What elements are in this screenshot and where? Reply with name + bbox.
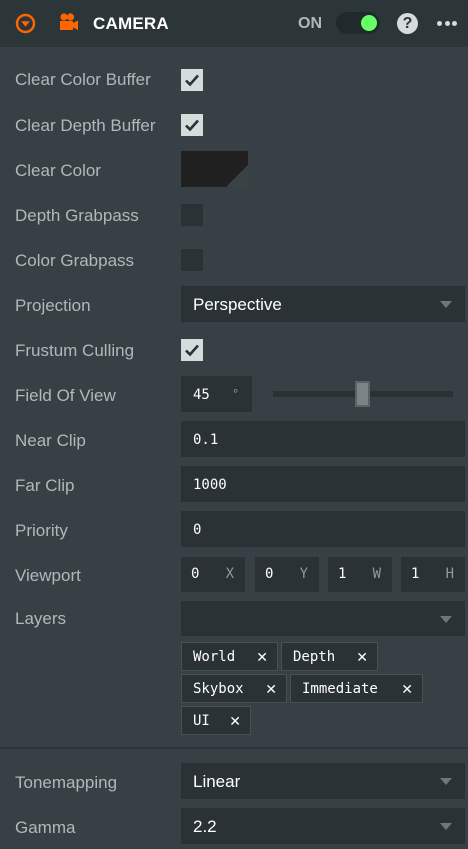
tonemapping-select[interactable]: Linear [181, 763, 465, 799]
gamma-value: 2.2 [193, 817, 217, 836]
clear-color-buffer-label: Clear Color Buffer [15, 70, 151, 89]
chevron-down-icon [440, 616, 452, 623]
far-clip-input[interactable]: 1000 [181, 466, 465, 502]
enable-toggle[interactable] [336, 12, 380, 34]
projection-value: Perspective [193, 295, 282, 314]
projection-select[interactable]: Perspective [181, 286, 465, 322]
layer-tag-world: World ✕ [181, 642, 278, 671]
layer-tag-ui: UI ✕ [181, 706, 251, 735]
near-clip-label: Near Clip [15, 431, 86, 450]
chevron-down-icon [440, 778, 452, 785]
layer-tag-label: Depth [293, 649, 336, 665]
priority-label: Priority [15, 521, 68, 540]
field-of-view-input[interactable]: 45 ° [181, 376, 252, 412]
clear-depth-buffer-checkbox[interactable] [181, 114, 203, 136]
viewport-h-input[interactable]: 1 H [401, 557, 465, 592]
color-grabpass-checkbox[interactable] [181, 249, 203, 271]
gamma-label: Gamma [15, 818, 76, 837]
help-icon[interactable]: ? [397, 13, 418, 34]
remove-layer-icon[interactable]: ✕ [229, 713, 241, 730]
collapse-icon[interactable] [15, 13, 36, 34]
viewport-x-input[interactable]: 0 X [181, 557, 245, 592]
layer-tag-label: World [193, 649, 236, 665]
remove-layer-icon[interactable]: ✕ [256, 649, 268, 666]
frustum-culling-checkbox[interactable] [181, 339, 203, 361]
panel-header: CAMERA ON ? [0, 0, 468, 47]
clear-depth-buffer-label: Clear Depth Buffer [15, 116, 156, 135]
layer-tag-label: Skybox [193, 681, 244, 697]
viewport-w-suffix: W [372, 566, 381, 582]
more-icon[interactable] [437, 21, 457, 26]
color-grabpass-label: Color Grabpass [15, 251, 135, 270]
clear-color-buffer-checkbox[interactable] [181, 69, 203, 91]
check-icon [185, 344, 199, 357]
chevron-down-icon [440, 823, 452, 830]
far-clip-label: Far Clip [15, 476, 75, 495]
viewport-h-suffix: H [445, 566, 454, 582]
check-icon [185, 119, 199, 132]
layer-tag-label: Immediate [302, 681, 378, 697]
viewport-y-input[interactable]: 0 Y [255, 557, 319, 592]
layers-label: Layers [15, 609, 67, 628]
depth-grabpass-checkbox[interactable] [181, 204, 203, 226]
layer-tag-immediate: Immediate ✕ [290, 674, 423, 703]
layer-tag-label: UI [193, 713, 210, 729]
component-title: CAMERA [93, 14, 169, 33]
near-clip-value: 0.1 [193, 432, 219, 448]
priority-input[interactable]: 0 [181, 511, 465, 547]
remove-layer-icon[interactable]: ✕ [356, 649, 368, 666]
near-clip-input[interactable]: 0.1 [181, 421, 465, 457]
projection-label: Projection [15, 296, 91, 315]
viewport-w-value: 1 [338, 566, 347, 582]
toggle-label: ON [298, 15, 322, 32]
degree-unit: ° [233, 386, 239, 401]
depth-grabpass-label: Depth Grabpass [15, 206, 139, 225]
viewport-y-suffix: Y [299, 566, 308, 582]
frustum-culling-label: Frustum Culling [15, 341, 135, 360]
priority-value: 0 [193, 522, 202, 538]
remove-layer-icon[interactable]: ✕ [265, 681, 277, 698]
viewport-x-value: 0 [191, 566, 200, 582]
layers-select[interactable] [181, 601, 465, 636]
field-of-view-label: Field Of View [15, 386, 116, 405]
tonemapping-label: Tonemapping [15, 773, 118, 792]
camera-icon [60, 13, 78, 30]
toggle-knob [361, 15, 377, 31]
field-of-view-slider-handle[interactable] [355, 381, 370, 407]
alpha-corner-icon [226, 165, 248, 187]
layer-tag-skybox: Skybox ✕ [181, 674, 287, 703]
field-of-view-value: 45 [193, 387, 210, 403]
viewport-w-input[interactable]: 1 W [328, 557, 392, 592]
section-divider [0, 747, 468, 749]
tonemapping-value: Linear [193, 772, 241, 791]
check-icon [185, 74, 199, 87]
chevron-down-icon [440, 301, 452, 308]
viewport-h-value: 1 [411, 566, 420, 582]
far-clip-value: 1000 [193, 477, 227, 493]
gamma-select[interactable]: 2.2 [181, 808, 465, 844]
viewport-x-suffix: X [225, 566, 234, 582]
clear-color-swatch[interactable] [181, 151, 248, 187]
remove-layer-icon[interactable]: ✕ [401, 681, 413, 698]
viewport-y-value: 0 [265, 566, 274, 582]
layer-tag-depth: Depth ✕ [281, 642, 378, 671]
viewport-label: Viewport [15, 566, 81, 585]
clear-color-label: Clear Color [15, 161, 101, 180]
